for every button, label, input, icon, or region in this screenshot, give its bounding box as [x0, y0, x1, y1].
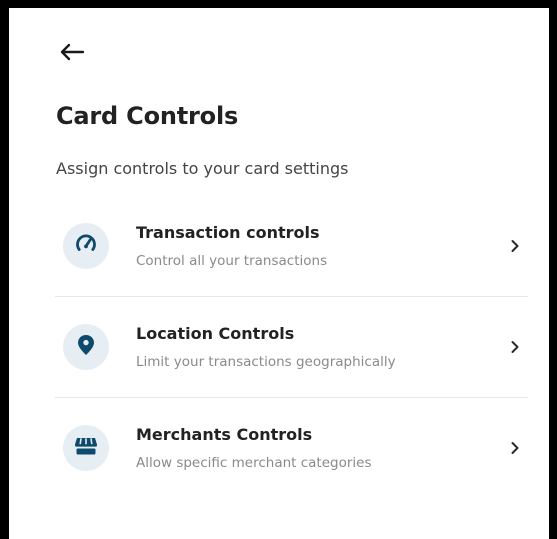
item-title: Transaction controls — [136, 222, 320, 242]
chevron-right-icon — [508, 340, 522, 354]
page-subtitle: Assign controls to your card settings — [56, 159, 349, 178]
speedometer-icon — [75, 233, 97, 259]
page-title: Card Controls — [56, 102, 239, 130]
item-description: Allow specific merchant categories — [136, 455, 372, 471]
location-controls-text: Location Controls Limit your transaction… — [136, 324, 396, 370]
back-button[interactable] — [59, 38, 99, 70]
item-title: Merchants Controls — [136, 425, 313, 444]
location-controls-item[interactable]: Location Controls Limit your transaction… — [55, 296, 528, 397]
chevron-right-icon — [508, 239, 522, 253]
transaction-controls-text: Transaction controls Control all your tr… — [136, 223, 327, 269]
arrow-left-icon — [59, 43, 85, 65]
merchants-controls-item[interactable]: Merchants Controls Allow specific mercha… — [55, 397, 528, 498]
merchants-controls-text: Merchants Controls Allow specific mercha… — [136, 425, 372, 471]
location-pin-icon — [77, 334, 95, 360]
item-description: Limit your transactions geographically — [136, 354, 396, 370]
location-controls-icon-badge — [63, 324, 109, 370]
transaction-controls-item[interactable]: Transaction controls Control all your tr… — [55, 195, 528, 296]
chevron-right-icon — [508, 441, 522, 455]
controls-list: Transaction controls Control all your tr… — [55, 195, 528, 498]
merchants-controls-icon-badge — [63, 425, 109, 471]
transaction-controls-icon-badge — [63, 222, 109, 269]
screen: Card Controls Assign controls to your ca… — [0, 0, 557, 539]
item-title: Location Controls — [136, 324, 295, 343]
storefront-icon — [74, 436, 98, 460]
item-description: Control all your transactions — [136, 252, 328, 269]
